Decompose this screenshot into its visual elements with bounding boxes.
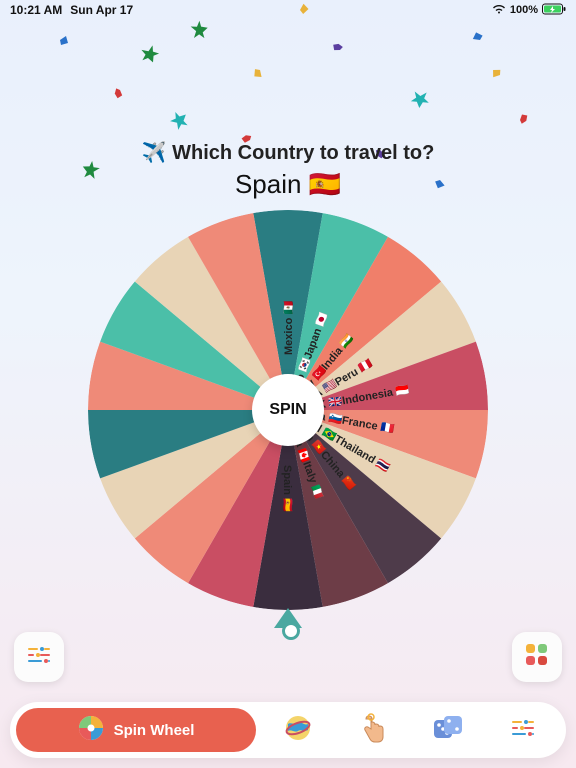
bottom-nav: Spin Wheel [10, 702, 566, 758]
themes-button[interactable] [512, 632, 562, 682]
app-grid-icon [524, 642, 550, 673]
finger-tap-icon [360, 713, 386, 748]
wheel-segment-label: Mexico 🇲🇽 [282, 301, 295, 355]
plane-icon: ✈️ [142, 142, 167, 164]
result-display: Spain 🇪🇸 [0, 169, 576, 200]
spin-hub-button[interactable]: SPIN [252, 374, 324, 446]
status-bar: 10:21 AM Sun Apr 17 100% [0, 0, 576, 20]
battery-icon [542, 3, 566, 18]
hub-label: SPIN [269, 401, 306, 419]
list-lines-icon [26, 645, 52, 670]
spinner-wheel-icon [78, 715, 104, 745]
wheel-segment-label: Spain 🇪🇸 [281, 465, 294, 512]
nav-dice[interactable] [431, 713, 465, 747]
wifi-icon [492, 4, 506, 17]
result-label: Spain [235, 169, 302, 199]
nav-globe[interactable] [281, 713, 315, 747]
wheel-pointer-icon [274, 608, 302, 628]
status-time: 10:21 AM [10, 3, 62, 17]
list-icon [510, 718, 536, 743]
nav-list[interactable] [506, 713, 540, 747]
nav-finger[interactable] [356, 713, 390, 747]
dice-icon [433, 713, 463, 748]
spin-wheel-tab-label: Spin Wheel [114, 722, 195, 739]
result-flag-icon: 🇪🇸 [309, 169, 341, 199]
battery-percent: 100% [510, 4, 538, 16]
spin-wheel[interactable]: Mexico 🇲🇽Japan 🇯🇵India 🇮🇳Peru 🇵🇪Indonesi… [88, 210, 488, 610]
spin-wheel-tab[interactable]: Spin Wheel [16, 708, 256, 752]
title-text: Which Country to travel to? [172, 142, 434, 164]
globe-icon [284, 714, 312, 747]
list-options-button[interactable] [14, 632, 64, 682]
page-title: ✈️ Which Country to travel to? [0, 140, 576, 165]
status-date: Sun Apr 17 [70, 3, 133, 17]
